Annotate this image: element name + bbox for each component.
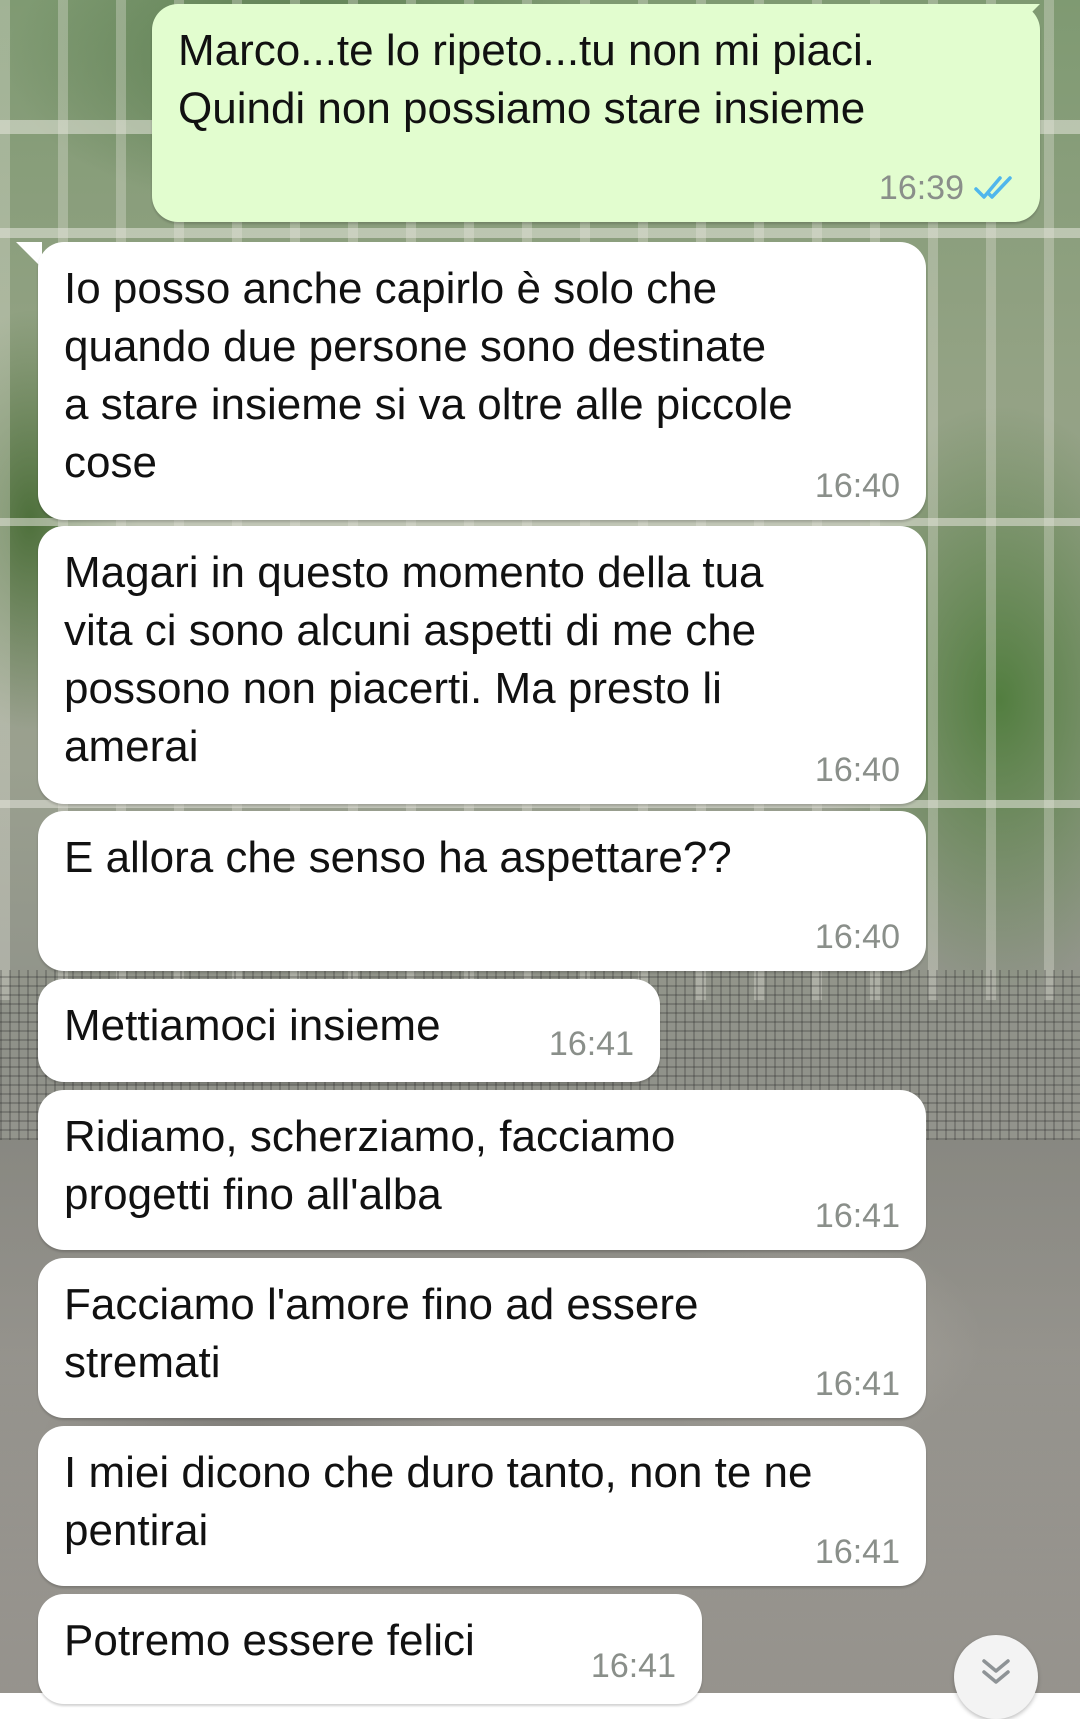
incoming-message[interactable]: Potremo essere felici 16:41: [38, 1594, 702, 1704]
double-chevron-down-icon: [979, 1635, 1013, 1694]
message-text: Io posso anche capirlo è solo che quando…: [64, 264, 793, 487]
message-text: Magari in questo momento della tua vita …: [64, 548, 764, 771]
message-time: 16:41: [548, 1025, 634, 1063]
message-text: Marco...te lo ripeto...tu non mi piaci. …: [178, 26, 875, 133]
incoming-message[interactable]: Facciamo l'amore fino ad essere stremati…: [38, 1258, 926, 1418]
incoming-message[interactable]: Io posso anche capirlo è solo che quando…: [38, 242, 926, 520]
message-text: I miei dicono che duro tanto, non te ne …: [64, 1448, 813, 1555]
message-time: 16:40: [814, 918, 900, 956]
message-time: 16:41: [590, 1647, 676, 1685]
incoming-message[interactable]: Magari in questo momento della tua vita …: [38, 526, 926, 804]
incoming-message[interactable]: E allora che senso ha aspettare?? 16:40: [38, 811, 926, 971]
message-text: Ridiamo, scherziamo, facciamo progetti f…: [64, 1112, 676, 1219]
incoming-message[interactable]: I miei dicono che duro tanto, non te ne …: [38, 1426, 926, 1586]
message-time: 16:41: [814, 1533, 900, 1571]
outgoing-message[interactable]: Marco...te lo ripeto...tu non mi piaci. …: [152, 4, 1040, 222]
message-time: 16:41: [814, 1365, 900, 1403]
message-time: 16:39: [878, 169, 964, 207]
message-time: 16:41: [814, 1197, 900, 1235]
message-text: E allora che senso ha aspettare??: [64, 833, 732, 882]
message-text: Potremo essere felici: [64, 1616, 475, 1665]
incoming-message[interactable]: Ridiamo, scherziamo, facciamo progetti f…: [38, 1090, 926, 1250]
message-list[interactable]: Marco...te lo ripeto...tu non mi piaci. …: [0, 0, 1080, 1719]
message-time: 16:40: [814, 751, 900, 789]
message-time: 16:40: [814, 467, 900, 505]
incoming-message[interactable]: Mettiamoci insieme 16:41: [38, 979, 660, 1082]
scroll-to-bottom-button[interactable]: [954, 1635, 1038, 1719]
message-text: Facciamo l'amore fino ad essere stremati: [64, 1280, 699, 1387]
double-check-icon: [974, 175, 1014, 201]
